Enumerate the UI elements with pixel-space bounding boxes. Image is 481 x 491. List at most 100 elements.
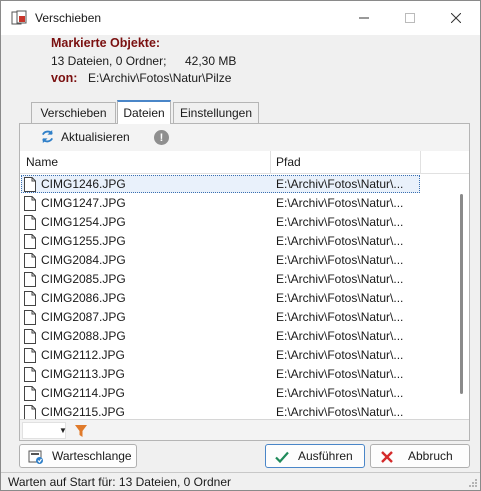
file-name: CIMG2084.JPG xyxy=(41,253,126,267)
file-path: E:\Archiv\Fotos\Natur\... xyxy=(276,386,404,400)
resize-grip-icon[interactable] xyxy=(468,478,478,488)
table-row[interactable]: CIMG2086.JPG E:\Archiv\Fotos\Natur\... xyxy=(20,289,453,308)
filter-dropdown[interactable]: ▼ xyxy=(22,422,67,439)
table-row[interactable]: CIMG2087.JPG E:\Archiv\Fotos\Natur\... xyxy=(20,308,453,327)
file-icon xyxy=(24,405,36,419)
table-row[interactable]: CIMG2113.JPG E:\Archiv\Fotos\Natur\... xyxy=(20,365,453,384)
file-name: CIMG2087.JPG xyxy=(41,310,126,324)
chevron-down-icon: ▼ xyxy=(59,426,67,435)
table-row[interactable]: CIMG1254.JPG E:\Archiv\Fotos\Natur\... xyxy=(20,213,453,232)
file-name: CIMG1254.JPG xyxy=(41,215,126,229)
table-row[interactable]: CIMG2085.JPG E:\Archiv\Fotos\Natur\... xyxy=(20,270,453,289)
column-divider[interactable] xyxy=(420,151,421,174)
status-text: Warten auf Start für: 13 Dateien, 0 Ordn… xyxy=(8,475,231,489)
file-path: E:\Archiv\Fotos\Natur\... xyxy=(276,291,404,305)
tab-label: Einstellungen xyxy=(179,106,253,120)
selection-summary: Markierte Objekte: 13 Dateien, 0 Ordner;… xyxy=(1,35,480,97)
refresh-button[interactable]: Aktualisieren xyxy=(40,129,130,144)
filter-icon[interactable] xyxy=(73,423,89,439)
file-icon xyxy=(24,215,36,230)
file-icon xyxy=(24,234,36,249)
filter-bar: ▼ xyxy=(20,419,469,440)
cancel-label: Abbruch xyxy=(408,449,453,463)
refresh-label: Aktualisieren xyxy=(61,129,130,144)
file-name: CIMG2085.JPG xyxy=(41,272,126,286)
status-bar: Warten auf Start für: 13 Dateien, 0 Ordn… xyxy=(1,472,480,490)
move-dialog: Verschieben Markierte Objekte: 13 Dateie… xyxy=(0,0,481,491)
file-icon xyxy=(24,272,36,287)
window-title: Verschieben xyxy=(35,11,102,25)
tab-einstellungen[interactable]: Einstellungen xyxy=(173,102,259,123)
file-path: E:\Archiv\Fotos\Natur\... xyxy=(276,196,404,210)
table-row[interactable]: CIMG1246.JPG E:\Archiv\Fotos\Natur\... xyxy=(20,175,453,194)
file-path: E:\Archiv\Fotos\Natur\... xyxy=(276,253,404,267)
tab-verschieben[interactable]: Verschieben xyxy=(31,102,116,123)
file-name: CIMG2112.JPG xyxy=(41,348,125,362)
files-toolbar: Aktualisieren ! xyxy=(20,124,469,151)
file-icon xyxy=(24,348,36,363)
file-icon xyxy=(24,386,36,401)
column-divider[interactable] xyxy=(270,151,271,174)
file-name: CIMG2113.JPG xyxy=(41,367,125,381)
vertical-scrollbar[interactable] xyxy=(454,174,469,419)
table-row[interactable]: CIMG1247.JPG E:\Archiv\Fotos\Natur\... xyxy=(20,194,453,213)
refresh-icon xyxy=(41,129,54,144)
file-path: E:\Archiv\Fotos\Natur\... xyxy=(276,367,404,381)
tab-label: Dateien xyxy=(123,106,165,120)
cancel-button[interactable]: Abbruch xyxy=(370,444,470,468)
tab-dateien[interactable]: Dateien xyxy=(117,100,171,124)
file-icon xyxy=(24,367,36,382)
scrollbar-thumb[interactable] xyxy=(460,194,463,394)
file-path: E:\Archiv\Fotos\Natur\... xyxy=(276,310,404,324)
table-row[interactable]: CIMG2084.JPG E:\Archiv\Fotos\Natur\... xyxy=(20,251,453,270)
cross-icon xyxy=(381,451,393,463)
tab-label: Verschieben xyxy=(40,106,107,120)
table-row[interactable]: CIMG1255.JPG E:\Archiv\Fotos\Natur\... xyxy=(20,232,453,251)
warning-icon[interactable]: ! xyxy=(154,130,169,145)
minimize-icon xyxy=(359,17,369,19)
column-header-name[interactable]: Name xyxy=(26,155,58,169)
file-path: E:\Archiv\Fotos\Natur\... xyxy=(276,272,404,286)
file-path: E:\Archiv\Fotos\Natur\... xyxy=(276,234,404,248)
table-row[interactable]: CIMG2112.JPG E:\Archiv\Fotos\Natur\... xyxy=(20,346,453,365)
file-name: CIMG2088.JPG xyxy=(41,329,126,343)
file-icon xyxy=(24,310,36,325)
marked-objects-label: Markierte Objekte: xyxy=(51,36,161,50)
selection-counts: 13 Dateien, 0 Ordner; xyxy=(51,54,167,68)
file-name: CIMG1246.JPG xyxy=(41,177,126,191)
file-path: E:\Archiv\Fotos\Natur\... xyxy=(276,177,404,191)
minimize-button[interactable] xyxy=(341,1,387,35)
execute-button[interactable]: Ausführen xyxy=(265,444,365,468)
queue-label: Warteschlange xyxy=(52,449,132,463)
file-icon xyxy=(24,196,36,211)
queue-button[interactable]: Warteschlange xyxy=(19,444,137,468)
table-row[interactable]: CIMG2114.JPG E:\Archiv\Fotos\Natur\... xyxy=(20,384,453,403)
column-header-path[interactable]: Pfad xyxy=(276,155,301,169)
file-path: E:\Archiv\Fotos\Natur\... xyxy=(276,405,404,419)
execute-label: Ausführen xyxy=(298,449,353,463)
maximize-button[interactable] xyxy=(387,1,433,35)
maximize-icon xyxy=(405,13,415,23)
file-icon xyxy=(24,291,36,306)
file-icon xyxy=(24,177,36,192)
checkmark-icon xyxy=(275,451,289,464)
file-name: CIMG2086.JPG xyxy=(41,291,126,305)
table-row[interactable]: CIMG2115.JPG E:\Archiv\Fotos\Natur\... xyxy=(20,403,453,419)
file-path: E:\Archiv\Fotos\Natur\... xyxy=(276,348,404,362)
file-name: CIMG2115.JPG xyxy=(41,405,125,419)
file-icon xyxy=(24,329,36,344)
table-row[interactable]: CIMG2088.JPG E:\Archiv\Fotos\Natur\... xyxy=(20,327,453,346)
files-tab-panel: Aktualisieren ! Name Pfad CIMG1246.JPG E:… xyxy=(19,123,470,441)
file-list-header: Name Pfad xyxy=(20,151,469,174)
close-icon xyxy=(451,13,461,23)
move-app-icon xyxy=(11,10,27,25)
file-list[interactable]: Name Pfad CIMG1246.JPG E:\Archiv\Fotos\Na… xyxy=(20,151,469,419)
queue-icon xyxy=(28,450,43,464)
selection-size: 42,30 MB xyxy=(185,54,237,68)
file-name: CIMG1247.JPG xyxy=(41,196,126,210)
from-label: von: xyxy=(51,71,78,85)
close-button[interactable] xyxy=(433,1,479,35)
title-bar[interactable]: Verschieben xyxy=(1,1,480,35)
file-name: CIMG1255.JPG xyxy=(41,234,126,248)
file-path: E:\Archiv\Fotos\Natur\... xyxy=(276,329,404,343)
